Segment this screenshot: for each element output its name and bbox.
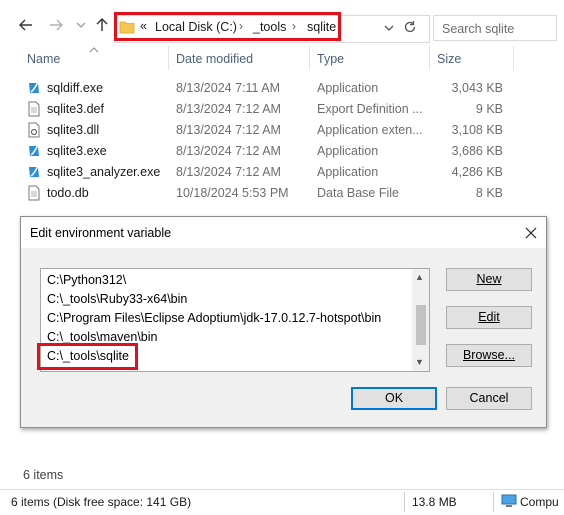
table-row[interactable]: sqlite3.exe 8/13/2024 7:12 AM Applicatio… — [0, 141, 564, 162]
forward-button[interactable] — [46, 17, 66, 39]
file-type: Application — [317, 81, 379, 95]
item-count: 6 items — [23, 468, 64, 482]
table-row[interactable]: sqlite3.dll 8/13/2024 7:12 AM Applicatio… — [0, 120, 564, 141]
browse-button[interactable]: Browse... — [446, 344, 532, 367]
scroll-up-icon[interactable]: ▲ — [415, 272, 424, 282]
edit-button[interactable]: Edit — [446, 306, 532, 329]
exe-icon — [29, 144, 39, 156]
column-divider[interactable] — [309, 46, 310, 70]
dll-icon — [28, 122, 40, 138]
file-name: sqlite3.def — [47, 102, 104, 116]
recent-locations-button[interactable] — [74, 17, 88, 39]
file-date: 8/13/2024 7:12 AM — [176, 144, 281, 158]
file-size: 4,286 KB — [451, 165, 503, 179]
column-header-date[interactable]: Date modified — [176, 52, 253, 66]
list-item[interactable]: C:\_tools\Ruby33-x64\bin — [47, 292, 187, 306]
status-location: Compu — [520, 495, 559, 509]
highlight-box — [114, 12, 341, 41]
file-name: todo.db — [47, 186, 89, 200]
status-divider — [493, 492, 494, 512]
file-type: Application — [317, 165, 379, 179]
file-icon — [28, 101, 40, 117]
dialog-titlebar: Edit environment variable — [21, 217, 546, 248]
back-button[interactable] — [16, 17, 36, 39]
table-row[interactable]: todo.db 10/18/2024 5:53 PM Data Base Fil… — [0, 183, 564, 204]
file-date: 10/18/2024 5:53 PM — [176, 186, 289, 200]
highlight-box — [37, 343, 138, 370]
close-button[interactable] — [525, 222, 537, 244]
file-type: Data Base File — [317, 186, 399, 200]
dialog-title: Edit environment variable — [30, 226, 172, 240]
file-size: 9 KB — [475, 102, 503, 116]
address-dropdown-button[interactable] — [384, 22, 394, 36]
search-placeholder: Search sqlite — [442, 22, 515, 36]
column-header-type[interactable]: Type — [317, 52, 344, 66]
scrollbar-thumb[interactable] — [416, 305, 426, 345]
column-divider[interactable] — [513, 46, 514, 70]
chevron-down-icon — [384, 25, 394, 31]
file-type: Application — [317, 144, 379, 158]
file-date: 8/13/2024 7:12 AM — [176, 102, 281, 116]
list-item[interactable]: C:\Python312\ — [47, 273, 126, 287]
table-row[interactable]: sqlite3_analyzer.exe 8/13/2024 7:12 AM A… — [0, 162, 564, 183]
file-type: Export Definition ... — [317, 102, 423, 116]
file-icon — [28, 185, 40, 201]
exe-icon — [29, 81, 39, 93]
file-name: sqlite3_analyzer.exe — [47, 165, 161, 179]
chevron-down-icon — [76, 22, 86, 28]
exe-icon — [29, 165, 39, 177]
sort-indicator-icon — [89, 42, 99, 56]
scroll-down-icon[interactable]: ▼ — [415, 357, 424, 367]
file-size: 8 KB — [475, 186, 503, 200]
refresh-icon — [404, 21, 416, 33]
file-size: 3,108 KB — [451, 123, 503, 137]
file-size: 3,043 KB — [451, 81, 503, 95]
list-item[interactable]: C:\Program Files\Eclipse Adoptium\jdk-17… — [47, 311, 381, 325]
status-disk-info: 6 items (Disk free space: 141 GB) — [11, 495, 192, 509]
list-item[interactable]: C:\_tools\maven\bin — [47, 330, 157, 344]
file-size: 3,686 KB — [451, 144, 503, 158]
list-scrollbar[interactable]: ▲ ▼ — [412, 269, 429, 371]
file-type: Application exten... — [317, 123, 423, 137]
cancel-button[interactable]: Cancel — [446, 387, 532, 410]
file-date: 8/13/2024 7:12 AM — [176, 165, 281, 179]
status-size: 13.8 MB — [412, 495, 457, 509]
refresh-button[interactable] — [403, 20, 417, 37]
status-bar: 6 items (Disk free space: 141 GB) 13.8 M… — [0, 489, 564, 515]
computer-icon — [501, 494, 517, 507]
file-name: sqlite3.exe — [47, 144, 107, 158]
search-input[interactable]: Search sqlite — [433, 15, 557, 41]
new-button[interactable]: New — [446, 268, 532, 291]
file-date: 8/13/2024 7:12 AM — [176, 123, 281, 137]
up-button[interactable] — [92, 17, 112, 39]
file-name: sqlite3.dll — [47, 123, 100, 137]
file-name: sqldiff.exe — [47, 81, 104, 95]
file-date: 8/13/2024 7:11 AM — [176, 81, 281, 95]
arrow-right-icon — [50, 19, 63, 31]
edit-env-dialog: Edit environment variable C:\Python312\ … — [20, 216, 547, 428]
column-header-size[interactable]: Size — [437, 52, 461, 66]
ok-button[interactable]: OK — [351, 387, 437, 410]
status-divider — [404, 492, 405, 512]
table-row[interactable]: sqldiff.exe 8/13/2024 7:11 AM Applicatio… — [0, 78, 564, 99]
column-divider[interactable] — [429, 46, 430, 70]
table-row[interactable]: sqlite3.def 8/13/2024 7:12 AM Export Def… — [0, 99, 564, 120]
arrow-left-icon — [19, 19, 32, 31]
close-icon — [525, 227, 537, 239]
column-header-name[interactable]: Name — [27, 52, 60, 66]
arrow-up-icon — [96, 18, 108, 31]
column-divider[interactable] — [168, 46, 169, 70]
